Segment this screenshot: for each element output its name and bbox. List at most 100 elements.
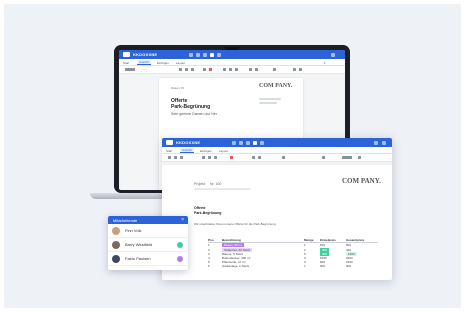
company-logo: COM PANY.: [342, 177, 381, 185]
align-left-icon[interactable]: [252, 156, 255, 159]
stage: KKDOXXNE Start Ansicht Einfügen Layout ▾: [4, 4, 461, 308]
app-logo-icon: [166, 140, 173, 145]
align-center-icon[interactable]: [229, 68, 232, 71]
table-cell: 6: [208, 264, 210, 269]
more-icon[interactable]: [382, 140, 386, 145]
user-icon[interactable]: [331, 52, 335, 57]
avatar: [112, 254, 120, 263]
list-icon[interactable]: [249, 68, 252, 71]
menu-layout[interactable]: Layout: [219, 149, 228, 153]
cloud-icon[interactable]: [253, 140, 257, 145]
list-icon[interactable]: [282, 156, 285, 159]
menu-start[interactable]: Start: [166, 149, 172, 153]
align-right-icon[interactable]: [235, 68, 238, 71]
save-icon[interactable]: [189, 52, 193, 57]
collaborator-name: Fabio Paulsen: [125, 256, 151, 261]
avatar: [112, 240, 120, 249]
laptop-menubar: Start Ansicht Einfügen Layout ▾: [119, 59, 345, 66]
table-icon[interactable]: [293, 68, 296, 71]
paste-icon[interactable]: [180, 156, 183, 159]
collaborator-item[interactable]: Finn Volk: [108, 224, 188, 238]
print-icon[interactable]: [217, 52, 221, 57]
bold-icon[interactable]: [179, 68, 182, 71]
table-icon[interactable]: [322, 156, 325, 159]
table-cell: 900: [346, 264, 352, 269]
search-icon[interactable]: [358, 156, 361, 159]
italic-icon[interactable]: [185, 68, 188, 71]
collaborators-title: Mitarbeitende: [113, 218, 138, 223]
window-toolbar: [162, 154, 392, 162]
avatar: [112, 226, 120, 235]
zoom-select[interactable]: [342, 156, 352, 159]
text-color-icon[interactable]: [203, 68, 206, 71]
image-icon[interactable]: [299, 68, 302, 71]
bold-icon[interactable]: [202, 156, 205, 159]
menu-ansicht[interactable]: Ansicht: [180, 148, 194, 153]
undo-icon[interactable]: [196, 52, 200, 57]
window-app-name: KKDOXXNE: [176, 140, 201, 145]
table-cell: Gießanlage, 1 Stück: [222, 264, 250, 269]
document-window: KKDOXXNE Start Ansicht Einfügen Layout P…: [162, 138, 392, 280]
laptop-menu-start[interactable]: Start: [123, 61, 129, 65]
cloud-icon[interactable]: [210, 52, 214, 57]
table-header-cell: Einzelpreis: [320, 238, 336, 243]
laptop-titlebar: KKDOXXNE: [119, 50, 345, 59]
laptop-menu-ansicht[interactable]: Ansicht: [137, 60, 151, 65]
collaborators-panel: Mitarbeitende × Finn Volk Barry Westfiel…: [108, 216, 188, 270]
cut-icon[interactable]: [168, 156, 171, 159]
table-row[interactable]: 6 Gießanlage, 1 Stück 1 900 900: [208, 264, 378, 268]
laptop-menu-layout[interactable]: Layout: [176, 61, 185, 65]
underline-icon[interactable]: [191, 68, 194, 71]
table-cell: 900: [320, 264, 326, 269]
highlight-icon[interactable]: [230, 156, 233, 159]
undo-icon[interactable]: [239, 140, 243, 145]
collaborator-name: Barry Westfield: [125, 242, 153, 247]
table-cell: 1: [304, 264, 306, 269]
italic-icon[interactable]: [208, 156, 211, 159]
doc-subheading: Park-Begrünung: [194, 211, 222, 215]
menu-einfuegen[interactable]: Einfügen: [200, 149, 212, 153]
laptop-menu-einfuegen[interactable]: Einfügen: [157, 61, 169, 65]
collaborators-header: Mitarbeitende ×: [108, 216, 188, 224]
font-select[interactable]: [125, 68, 135, 71]
highlight-icon[interactable]: [209, 68, 212, 71]
align-left-icon[interactable]: [223, 68, 226, 71]
table-header-cell: Menge: [304, 238, 314, 243]
close-icon[interactable]: ×: [181, 217, 184, 223]
redo-icon[interactable]: [246, 140, 250, 145]
table-header-cell: Bezeichnung: [222, 238, 241, 243]
copy-icon[interactable]: [174, 156, 177, 159]
laptop-share-label[interactable]: ▾: [324, 61, 326, 65]
print-icon[interactable]: [260, 140, 264, 145]
offer-table: Pos. Bezeichnung Menge Einzelpreis Gesam…: [208, 238, 378, 268]
window-menubar: Start Ansicht Einfügen Layout: [162, 147, 392, 154]
laptop-app-name: KKDOXXNE: [133, 52, 158, 57]
laptop-address-line: [259, 98, 281, 100]
app-logo-icon: [123, 52, 130, 57]
user-icon[interactable]: [374, 140, 378, 145]
laptop-company-logo: COM PANY.: [259, 83, 293, 89]
laptop-doc-subtitle: Park-Begrünung: [171, 104, 211, 110]
numbered-list-icon[interactable]: [255, 68, 258, 71]
table-header-cell: Pos.: [208, 238, 215, 243]
redo-icon[interactable]: [203, 52, 207, 57]
project-label: Projekt: [194, 182, 205, 186]
busy-status-icon: [177, 255, 183, 262]
table-header-cell: Gesamtpreis: [346, 238, 365, 243]
laptop-toolbar: [119, 66, 345, 74]
laptop-doc-body: Sehr geehrte Damen und Her: [171, 112, 217, 116]
doc-heading: Offerte: [194, 206, 206, 210]
window-titlebar: KKDOXXNE: [162, 138, 392, 147]
laptop-address-line: [259, 102, 277, 104]
project-value: Nr. 100: [210, 182, 222, 186]
save-icon[interactable]: [232, 140, 236, 145]
doc-intro: Wir unterbreiten Ihnen unsere Offerte fü…: [194, 222, 276, 226]
indent-icon[interactable]: [273, 68, 276, 71]
align-center-icon[interactable]: [258, 156, 261, 159]
collaborator-item[interactable]: Fabio Paulsen: [108, 252, 188, 266]
collaborator-item[interactable]: Barry Westfield: [108, 238, 188, 252]
online-status-icon: [177, 241, 183, 248]
underline-icon[interactable]: [214, 156, 217, 159]
field-underline: [194, 188, 250, 190]
collaborator-name: Finn Volk: [125, 228, 142, 233]
